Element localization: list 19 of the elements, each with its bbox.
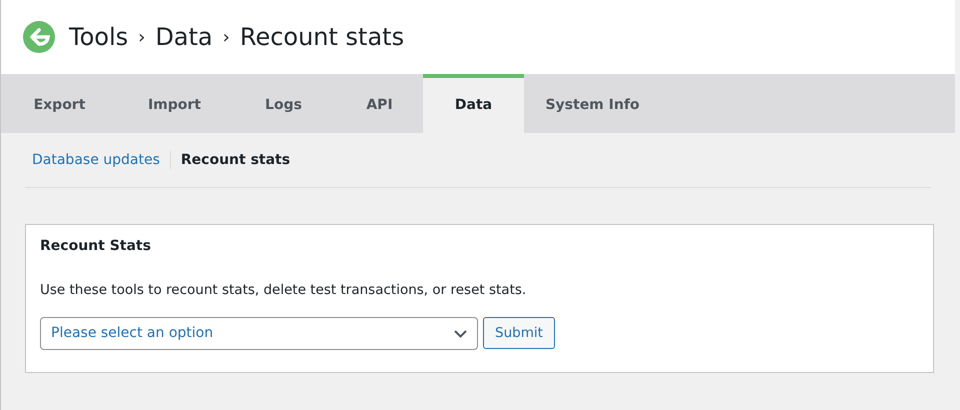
subnav-link[interactable]: Recount stats — [180, 150, 290, 170]
panel-description: Use these tools to recount stats, delete test transactions, or reset stats. — [40, 281, 528, 300]
logo-icon — [23, 21, 55, 53]
breadcrumb-separator: › — [222, 26, 230, 50]
breadcrumb-item: Tools — [69, 22, 128, 53]
breadcrumb-item: Recount stats — [240, 22, 404, 53]
tab[interactable]: System Info — [524, 74, 661, 133]
subnav-link[interactable]: Database updates — [32, 150, 160, 170]
tab[interactable]: Export — [1, 74, 118, 133]
option-select[interactable]: Please select an option — [40, 317, 478, 350]
tab[interactable]: Data — [423, 74, 524, 133]
tab[interactable]: API — [336, 74, 423, 133]
submit-button[interactable]: Submit — [483, 317, 555, 350]
chevron-down-icon — [454, 330, 467, 338]
panel-title: Recount Stats — [40, 237, 152, 256]
breadcrumb-item: Data — [155, 22, 213, 53]
tab[interactable]: Import — [118, 74, 231, 133]
breadcrumb-separator: › — [138, 26, 146, 50]
tab[interactable]: Logs — [231, 74, 336, 133]
